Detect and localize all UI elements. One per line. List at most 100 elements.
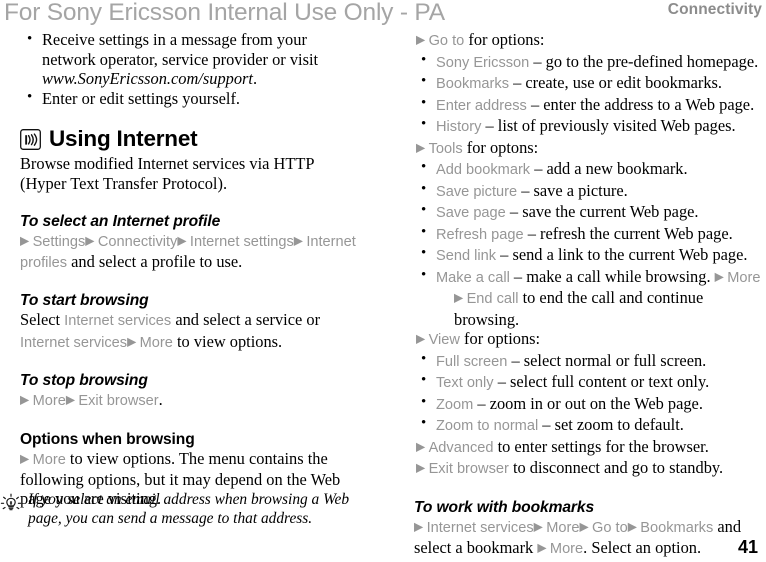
menu-arrow-icon: ▶ (293, 233, 307, 248)
menu-option-line: ▶ Tools for optons: (414, 138, 762, 160)
inline-text: – refresh the current Web page. (523, 223, 733, 243)
menu-term: Bookmarks (640, 519, 714, 536)
inline-text: to view options. (172, 331, 283, 351)
menu-term: More (549, 540, 584, 557)
list-item: Make a call – make a call while browsing… (414, 266, 762, 330)
bullet-line-tail: . (252, 69, 258, 89)
menu-term: Advanced (428, 439, 494, 456)
menu-arrow-icon: ▶ (533, 519, 547, 533)
support-url: www.SonyEricsson.com/support (42, 69, 253, 89)
menu-term: Text only (436, 375, 494, 391)
menu-option-line: ▶ Advanced to enter settings for the bro… (414, 437, 762, 459)
menu-term: More (32, 451, 66, 468)
inline-text: . (158, 390, 163, 410)
procedure-steps: ▶ More▶ Exit browser. (20, 390, 368, 411)
menu-arrow-icon: ▶ (414, 519, 427, 533)
list-item: Save page – save the current Web page. (414, 201, 762, 224)
inline-text: and select a profile to use. (67, 251, 243, 271)
menu-term: More (32, 393, 66, 410)
procedure-steps: ▶ Internet services▶ More▶ Go to▶ Bookma… (414, 517, 762, 560)
inline-text: – save a picture. (517, 180, 628, 200)
menu-arrow-icon: ▶ (714, 269, 728, 283)
menu-term: View (428, 332, 460, 348)
inline-text: – list of previously visited Web pages. (481, 116, 736, 135)
inline-text: to disconnect and go to standby. (508, 458, 724, 477)
section-heading-using-internet: Using Internet (20, 126, 368, 152)
inline-text: – send a link to the current Web page. (496, 245, 748, 264)
inline-text: and select a service or (171, 310, 321, 330)
procedure-steps: Select Internet services and select a se… (20, 310, 368, 353)
list-item: Enter or edit settings yourself. (20, 88, 368, 109)
menu-term: Settings (32, 233, 86, 250)
menu-arrow-icon: ▶ (454, 290, 467, 305)
menu-arrow-icon: ▶ (65, 392, 79, 407)
inline-text: – save the current Web page. (505, 202, 699, 221)
section-title: Using Internet (49, 126, 198, 152)
menu-term: Full screen (436, 353, 508, 370)
list-item: History – list of previously visited Web… (414, 115, 762, 138)
left-procedure-list: To select an Internet profile ▶ Settings▶… (20, 213, 368, 509)
list-item: Text only – select full content or text … (414, 371, 762, 394)
menu-arrow-icon: ▶ (127, 334, 140, 349)
menu-arrow-icon: ▶ (20, 233, 33, 248)
list-item: Add bookmark – add a new bookmark. (414, 158, 762, 181)
inline-text: – zoom in or out on the Web page. (473, 393, 703, 413)
menu-option-line: ▶ Go to for options: (414, 30, 762, 52)
section-description: Browse modified Internet services via HT… (20, 154, 368, 193)
menu-term: Internet services (64, 313, 172, 330)
option-bullet-list: Add bookmark – add a new bookmark.Save p… (414, 158, 762, 330)
inline-text: – make a call while browsing. (509, 266, 715, 286)
menu-term: More (727, 269, 761, 286)
option-bullet-list: Full screen – select normal or full scre… (414, 350, 762, 437)
list-item: Zoom to normal – set zoom to default. (414, 414, 762, 437)
menu-term: End call (466, 291, 519, 307)
list-item: Receive settings in a message from your … (20, 30, 368, 89)
list-item: Save picture – save a picture. (414, 180, 762, 203)
procedure-heading: To start browsing (20, 292, 149, 310)
list-item: Send link – send a link to the current W… (414, 244, 762, 267)
menu-term: Save page (436, 205, 506, 221)
menu-arrow-icon: ▶ (416, 331, 429, 346)
right-block-list: ▶ Go to for options:Sony Ericsson – go t… (414, 30, 762, 559)
menu-arrow-icon: ▶ (20, 392, 33, 407)
inline-text: – create, use or edit bookmarks. (509, 73, 723, 92)
menu-arrow-icon: ▶ (579, 519, 593, 533)
inline-text: – set zoom to default. (538, 415, 684, 434)
continuation-line: ▶ End call to end the call and continue … (436, 288, 762, 329)
bullet-line: Enter or edit settings yourself. (42, 88, 241, 108)
menu-term: Make a call (436, 269, 510, 286)
inline-text: Select (20, 310, 65, 330)
inline-text: – select normal or full screen. (507, 350, 707, 370)
bullet-line: network operator, service provider or vi… (42, 49, 319, 69)
list-item: Zoom – zoom in or out on the Web page. (414, 393, 762, 416)
lightbulb-tip-icon (0, 493, 22, 515)
tip-text: If you select an email address when brow… (28, 491, 350, 527)
internal-use-watermark: For Sony Ericsson Internal Use Only - PA (4, 0, 445, 26)
inline-text: – go to the pre-defined homepage. (529, 51, 759, 71)
menu-arrow-icon: ▶ (537, 540, 550, 555)
list-item: Sony Ericsson – go to the pre-defined ho… (414, 51, 762, 74)
menu-term: Internet services (426, 519, 534, 536)
menu-term: Internet settings (189, 233, 294, 250)
menu-term: Tools (428, 140, 463, 157)
menu-term: Sony Ericsson (436, 54, 530, 71)
menu-term: Zoom (436, 396, 474, 413)
page-number: 41 (737, 537, 758, 557)
menu-arrow-icon: ▶ (416, 460, 429, 475)
menu-arrow-icon: ▶ (85, 233, 98, 248)
inline-text: to enter settings for the browser. (493, 436, 709, 456)
list-item: Enter address – enter the address to a W… (414, 94, 762, 117)
description-line: Browse modified Internet services via HT… (20, 154, 315, 174)
inline-text: . Select an option. (583, 537, 702, 557)
menu-term: Bookmarks (436, 76, 509, 92)
inline-text: – add a new bookmark. (530, 159, 688, 178)
procedure-steps: ▶ Settings▶ Connectivity▶ Internet setti… (20, 231, 368, 274)
menu-term: Refresh page (436, 226, 524, 243)
procedure-heading: To select an Internet profile (20, 212, 221, 230)
chapter-title: Connectivity (667, 1, 762, 18)
menu-term: Enter address (436, 97, 527, 114)
list-item: Refresh page – refresh the current Web p… (414, 223, 762, 246)
menu-term: Internet services (20, 334, 128, 351)
procedure-heading: To work with bookmarks (414, 498, 595, 516)
menu-term: History (436, 119, 482, 135)
